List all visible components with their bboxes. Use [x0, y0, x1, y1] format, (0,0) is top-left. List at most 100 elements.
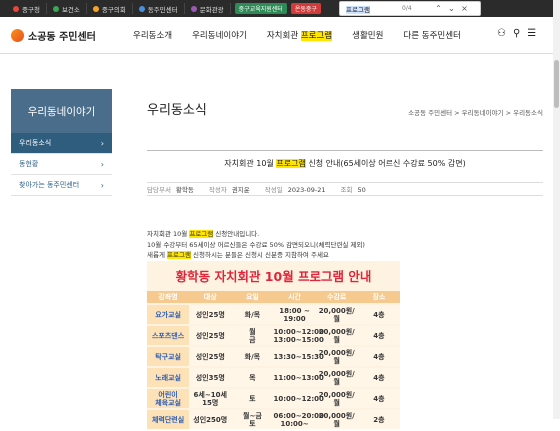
poster-heading: 황학동 자치회관 10월 프로그램 안내 [175, 268, 372, 284]
table-header-cell: 수강료 [315, 291, 358, 303]
table-row: 요가교실 성인25명 화/목 18:00 ~ 19:00 20,000원/월 4층 [147, 305, 400, 324]
header-icons: ⚇ ⚲ ☰ [497, 28, 536, 39]
nav-item[interactable]: 자치회관 프로그램 [267, 29, 333, 41]
body-line-2: 10월 수강부터 65세이상 어르신들은 수강료 50% 감면되오니(체력단련실… [147, 240, 365, 249]
body-line-3: 새롭게 프로그램 신청하시는 분들은 신청시 신분증 지참하여 주세요 [147, 251, 329, 259]
sidebar-item[interactable]: 동현황 › [11, 154, 112, 175]
find-match-count: 0/4 [402, 5, 412, 12]
body-line-1: 자치회관 10월 프로그램 신청안내입니다. [147, 230, 260, 238]
table-cell: 성인35명 [189, 368, 232, 387]
views-label: 조회 [340, 186, 353, 194]
post-title-rest: 신청 안내(65세이상 어르신 수강료 50% 감면) [305, 159, 466, 168]
program-poster-image: 황학동 자치회관 10월 프로그램 안내 강좌명 대상 요일 시간 수강료 장소 요가교실… [147, 261, 400, 429]
table-cell: 4층 [357, 368, 400, 387]
post-title: 자치회관 10월 프로그램 신청 안내(65세이상 어르신 수강료 50% 감면… [147, 158, 543, 169]
sidebar-title: 우리동네이야기 [11, 89, 112, 133]
sidebar-item-label: 동현황 [19, 160, 39, 168]
table-cell: 어린이 체육교실 [147, 389, 190, 408]
table-cell: 10:00~12:00 13:00~15:00 [273, 326, 324, 345]
views-value: 50 [357, 186, 366, 194]
table-cell: 6세~10세 15명 [189, 389, 232, 408]
table-cell: 월 금 [231, 326, 274, 345]
search-icon[interactable]: ⚲ [513, 28, 520, 39]
find-previous-icon[interactable]: ⌃ [432, 4, 445, 13]
nav-item[interactable]: 생활민원 [352, 29, 383, 41]
sidebar-item-label: 찾아가는 동주민센터 [19, 181, 80, 189]
table-cell: 4층 [357, 389, 400, 408]
table-cell: 4층 [357, 326, 400, 345]
table-cell: 성인250명 [189, 410, 232, 429]
user-icon[interactable]: ⚇ [497, 28, 506, 39]
utility-link-icon [92, 5, 99, 12]
nav-item[interactable]: 우리동소개 [133, 29, 172, 41]
utility-link-icon [13, 5, 19, 12]
main-navigation: 우리동소개 우리동네이야기 자치회관 프로그램 생활민원 다른 동주민센터 [133, 29, 481, 41]
chevron-right-icon: › [100, 180, 104, 190]
table-cell: 화/목 [231, 305, 274, 324]
utility-chip-link[interactable]: 온동중구 [290, 3, 321, 14]
breadcrumb: 소공동 주민센터 > 우리동네이야기 > 우리동소식 [408, 109, 543, 117]
menu-icon[interactable]: ☰ [527, 28, 536, 39]
nav-item[interactable]: 다른 동주민센터 [403, 29, 460, 41]
table-cell: 체력단련실 [147, 410, 190, 429]
table-header-cell: 대상 [189, 291, 232, 303]
table-cell: 월~금 토 [231, 410, 274, 429]
site-header: 소공동 주민센터 우리동소개 우리동네이야기 자치회관 프로그램 생활민원 다른 동주민… [0, 17, 553, 54]
table-cell: 성인25명 [189, 326, 232, 345]
logo-text: 소공동 주민센터 [28, 32, 96, 43]
table-cell: 성인25명 [189, 347, 232, 366]
table-header-cell: 강좌명 [147, 291, 190, 303]
table-cell: 18:00 ~ 19:00 [273, 305, 316, 324]
post-body: 자치회관 10월 프로그램 신청안내입니다. 10월 수강부터 65세이상 어르… [147, 229, 543, 261]
logo-mark-icon [11, 29, 24, 42]
find-in-page-bar: 프로그램 0/4 ⌃ ⌄ × [339, 1, 481, 16]
table-header-cell: 시간 [273, 291, 316, 303]
table-header-cell: 요일 [231, 291, 274, 303]
sidebar-item[interactable]: 찾아가는 동주민센터 › [11, 175, 112, 196]
utility-link[interactable]: 중구청 [7, 3, 47, 14]
table-cell: 13:30~15:30 [273, 347, 324, 366]
utility-link[interactable]: 동주민센터 [133, 3, 185, 14]
table-cell: 2층 [357, 410, 400, 429]
site-logo[interactable]: 소공동 주민센터 [11, 28, 96, 43]
find-close-icon[interactable]: × [458, 4, 471, 13]
table-cell: 20,000원/월 [315, 305, 358, 324]
post-title-text: 자치회관 10월 [224, 159, 277, 168]
table-cell: 11:00~13:00 [273, 368, 324, 387]
find-input[interactable]: 프로그램 [340, 4, 402, 14]
chevron-right-icon: › [100, 138, 104, 148]
chevron-right-icon: › [100, 159, 104, 169]
table-cell: 요가교실 [147, 305, 190, 324]
table-row: 체력단련실 성인250명 월~금 토 06:00~20:00 10:00~ 20,000… [147, 410, 400, 429]
find-next-icon[interactable]: ⌄ [445, 4, 458, 13]
table-cell: 화/목 [231, 347, 274, 366]
utility-link-icon [190, 5, 197, 12]
utility-link[interactable]: 문화관광 [185, 3, 231, 14]
sidebar-item[interactable]: 우리동소식 › [11, 133, 112, 154]
table-row: 노래교실 성인35명 목 11:00~13:00 20,000원/월 4층 [147, 368, 400, 387]
utility-links: 중구청 보건소 중구의회 동주민센터 문화관광 중구교육지원센터 온동중구 [7, 3, 321, 14]
utility-chip-link[interactable]: 중구교육지원센터 [234, 3, 287, 14]
table-cell: 성인25명 [189, 305, 232, 324]
table-cell: 4층 [357, 347, 400, 366]
utility-link[interactable]: 보건소 [47, 3, 87, 14]
author-value: 권지윤 [231, 186, 250, 194]
table-row: 탁구교실 성인25명 화/목 13:30~15:30 20,000원/월 4층 [147, 347, 400, 366]
sidebar-item-label: 우리동소식 [19, 139, 52, 147]
table-cell: 20,000원/월 [315, 410, 358, 429]
program-table: 강좌명 대상 요일 시간 수강료 장소 요가교실 성인25명 화/목 18:00 ~ 19:00… [147, 289, 400, 431]
table-cell: 목 [231, 368, 274, 387]
table-row: 어린이 체육교실 6세~10세 15명 토 10:00~12:00 20,000원/월 4… [147, 389, 400, 408]
utility-link[interactable]: 중구의회 [87, 3, 133, 14]
nav-item[interactable]: 우리동네이야기 [192, 29, 247, 41]
date-value: 2023-09-21 [287, 186, 326, 194]
scrollbar-thumb[interactable] [554, 60, 559, 108]
table-cell: 토 [231, 389, 274, 408]
table-header-cell: 장소 [357, 291, 400, 303]
page-title: 우리동소식 [147, 103, 207, 118]
page-scrollbar[interactable] [553, 0, 560, 419]
table-cell: 06:00~20:00 10:00~ [273, 410, 324, 429]
author-label: 작성자 [208, 186, 227, 194]
table-cell: 탁구교실 [147, 347, 190, 366]
title-divider [147, 150, 543, 151]
